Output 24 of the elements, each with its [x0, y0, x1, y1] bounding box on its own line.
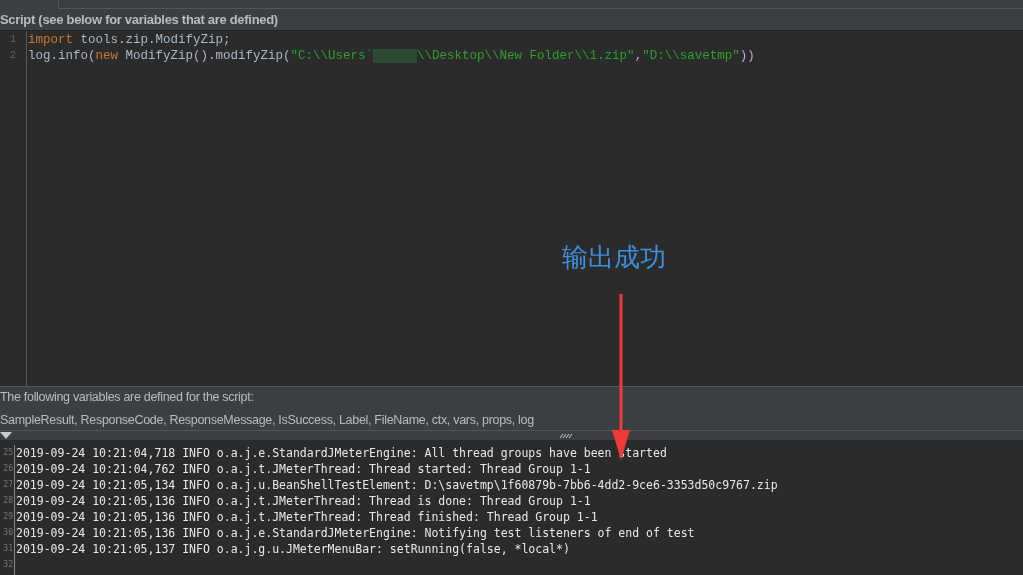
- line-number: 30: [2, 527, 14, 539]
- line-number: 25: [2, 447, 14, 459]
- line-number: 31: [2, 543, 14, 555]
- log-line: 2019-09-24 10:21:05,137 INFO o.a.j.g.u.JMeterMenuBar: setRunning(false, *local*): [16, 542, 570, 556]
- log-line: 2019-09-24 10:21:05,136 INFO o.a.j.t.JMeterThread: Thread is done: Thread Group 1-1: [16, 494, 591, 508]
- line-number: 28: [2, 495, 14, 507]
- variables-list: SampleResult, ResponseCode, ResponseMessage, IsSuccess, Label, FileName, ctx, vars, props, log: [0, 410, 1023, 430]
- code-line: import tools.zip.ModifyZip;: [28, 32, 232, 48]
- line-number: 27: [2, 479, 14, 491]
- collapse-triangle-icon[interactable]: [0, 432, 12, 439]
- line-number: 1: [9, 33, 17, 47]
- log-line: 2019-09-24 10:21:05,136 INFO o.a.j.t.JMeterThread: Thread finished: Thread Group 1-1: [16, 510, 598, 524]
- log-line: 2019-09-24 10:21:04,762 INFO o.a.j.t.JMeterThread: Thread started: Thread Group 1-1: [16, 462, 591, 476]
- log-line: 2019-09-24 10:21:05,136 INFO o.a.j.e.StandardJMeterEngine: Notifying test listeners of end of test: [16, 526, 695, 540]
- panel-title: Script (see below for variables that are defined): [0, 11, 279, 29]
- log-line: 2019-09-24 10:21:05,134 INFO o.a.j.u.BeanShellTestElement: D:\savetmp\1f60879b-7bb6-4dd2-9ce6-3353d50c9767.zip: [16, 478, 778, 492]
- line-number: 2: [9, 49, 17, 63]
- line-number: 32: [2, 559, 14, 571]
- line-number: 29: [2, 511, 14, 523]
- variables-heading: The following variables are defined for the script:: [0, 388, 255, 406]
- code-line: log.info(new ModifyZip().modifyZip("C:\\Users` \\Desktop\\New Folder\\1.zip","D:\\savetmp")): [28, 48, 755, 64]
- splitter-grip-icon[interactable]: [559, 433, 573, 438]
- line-number: 26: [2, 463, 14, 475]
- annotation-text: 输出成功: [562, 241, 666, 274]
